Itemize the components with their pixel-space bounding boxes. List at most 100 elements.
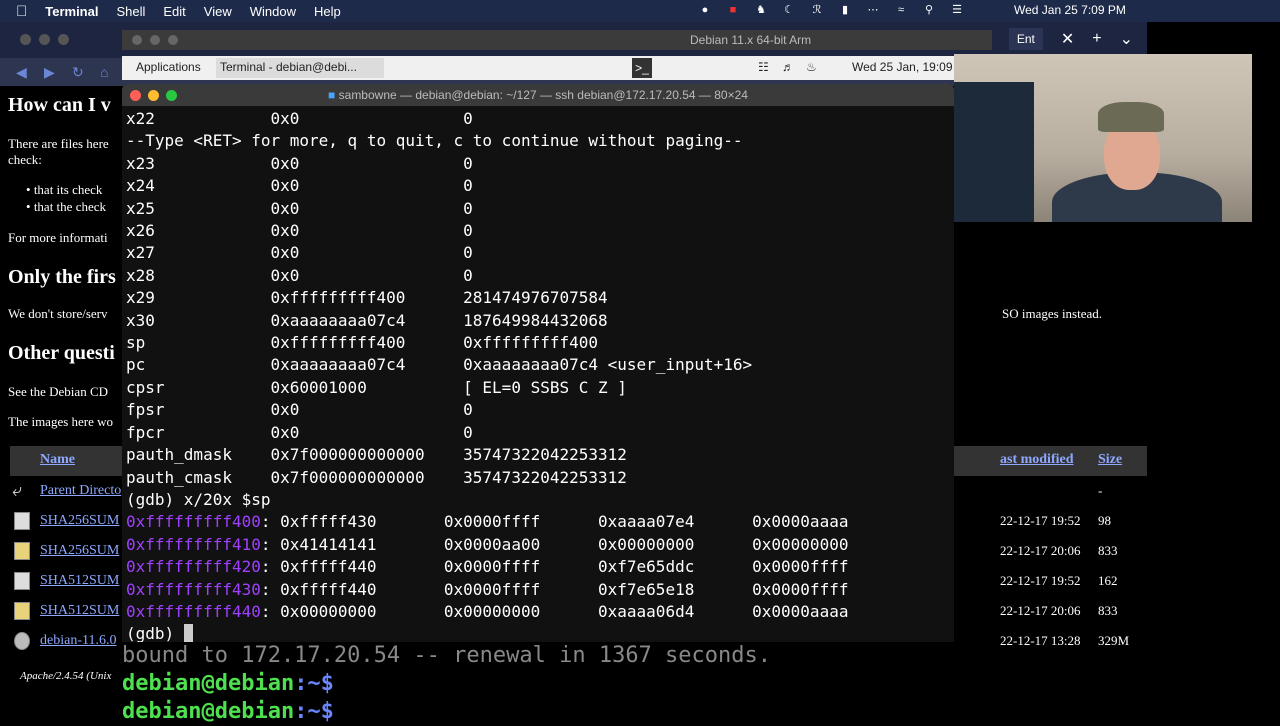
- file-name[interactable]: debian-11.6.0: [40, 633, 116, 649]
- term-line: pc 0xaaaaaaaa07c4 0xaaaaaaaa07c4 <user_i…: [126, 355, 753, 375]
- back-icon[interactable]: ◀: [16, 64, 27, 81]
- term-line: x24 0x0 0: [126, 176, 473, 196]
- para-files: There are files here: [8, 136, 109, 151]
- para-check: check:: [8, 152, 42, 167]
- apple-icon[interactable]: : [16, 3, 27, 20]
- webcam-overlay: [954, 54, 1252, 222]
- file-icon: [14, 512, 30, 530]
- text-cursor: [183, 624, 193, 643]
- file-size: 162: [1098, 573, 1118, 588]
- menu-edit[interactable]: Edit: [163, 4, 185, 19]
- file-date: 22-12-17 19:52: [1000, 573, 1081, 588]
- moon-icon[interactable]: ☾: [782, 4, 796, 16]
- battery-icon[interactable]: ▮: [838, 4, 852, 16]
- file-name[interactable]: SHA256SUM: [40, 543, 119, 559]
- shell-user: debian@debian: [122, 671, 295, 696]
- file-name[interactable]: SHA512SUM: [40, 603, 119, 619]
- para-see: See the Debian CD: [8, 384, 109, 399]
- search-icon[interactable]: ⚲: [922, 4, 936, 16]
- mem-address: 0xfffffffff410: [126, 534, 261, 554]
- file-size: 833: [1098, 543, 1118, 558]
- vm-close-dot[interactable]: [132, 35, 142, 45]
- term-line: x25 0x0 0: [126, 198, 473, 218]
- zoom-button[interactable]: [166, 90, 177, 101]
- close-button[interactable]: [130, 90, 141, 101]
- reload-icon[interactable]: ↻: [72, 64, 84, 81]
- notification-bell-icon[interactable]: ♨: [806, 60, 817, 74]
- mem-address: 0xfffffffff440: [126, 601, 261, 621]
- bluetooth-icon[interactable]: ℛ: [810, 4, 824, 16]
- col-modified[interactable]: ast modified: [1000, 452, 1074, 468]
- minimize-button[interactable]: [148, 90, 159, 101]
- max-dot[interactable]: [58, 34, 69, 45]
- wifi-icon[interactable]: ≈: [894, 4, 908, 16]
- para-iso: SO images instead.: [1002, 306, 1103, 321]
- status-icon-3[interactable]: ♞: [754, 4, 768, 16]
- status-icon-1[interactable]: ●: [698, 4, 712, 16]
- person-cap: [1098, 102, 1164, 132]
- term-line: x28 0x0 0: [126, 265, 473, 285]
- term-line: sp 0xfffffffff400 0xfffffffff400: [126, 333, 599, 353]
- file-name[interactable]: SHA256SUM: [40, 513, 119, 529]
- chevron-down-icon[interactable]: ⌄: [1120, 29, 1133, 49]
- close-tab-icon[interactable]: ✕: [1061, 29, 1074, 49]
- status-icon-2[interactable]: ■: [726, 4, 740, 16]
- background-monitor: [954, 82, 1034, 222]
- mem-address: 0xfffffffff400: [126, 512, 261, 532]
- menu-view[interactable]: View: [204, 4, 232, 19]
- col-size[interactable]: Size: [1098, 452, 1122, 468]
- folder-icon: ■: [328, 88, 336, 102]
- file-name[interactable]: Parent Directo: [40, 483, 121, 499]
- term-line: (gdb) x/20x $sp: [126, 489, 271, 509]
- mem-values: : 0x41414141 0x0000aa00 0x00000000 0x000…: [260, 534, 849, 554]
- term-line: pauth_dmask 0x7f000000000000 35747322042…: [126, 445, 627, 465]
- dhcp-line: bound to 172.17.20.54 -- renewal in 1367…: [122, 643, 772, 668]
- file-icon: [14, 602, 30, 620]
- term-line: x30 0xaaaaaaaa07c4 187649984432068: [126, 310, 608, 330]
- menu-shell[interactable]: Shell: [116, 4, 145, 19]
- disc-icon: [14, 632, 30, 650]
- xfce-panel: Applications Terminal - debian@debi... >…: [122, 56, 954, 80]
- heading-other: Other questi: [8, 342, 115, 364]
- network-icon[interactable]: ☷: [758, 60, 769, 74]
- taskbar-terminal[interactable]: Terminal - debian@debi...: [216, 58, 384, 78]
- dots-icon[interactable]: ⋯: [866, 4, 880, 16]
- term-line: x29 0xfffffffff400 281474976707584: [126, 288, 608, 308]
- menu-app-terminal[interactable]: Terminal: [45, 4, 98, 19]
- term-line: pauth_cmask 0x7f000000000000 35747322042…: [126, 467, 627, 487]
- terminal-output: x22 0x0 0 --Type <RET> for more, q to qu…: [126, 108, 848, 646]
- file-name[interactable]: SHA512SUM: [40, 573, 119, 589]
- control-center-icon[interactable]: ☰: [950, 4, 964, 16]
- vm-max-dot[interactable]: [168, 35, 178, 45]
- vm-min-dot[interactable]: [150, 35, 160, 45]
- new-tab-icon[interactable]: +: [1092, 30, 1101, 48]
- mem-address: 0xfffffffff430: [126, 579, 261, 599]
- close-dot[interactable]: [20, 34, 31, 45]
- file-icon: [14, 542, 30, 560]
- applications-menu[interactable]: Applications: [136, 60, 201, 74]
- file-size: -: [1098, 483, 1103, 498]
- forward-icon[interactable]: ▶: [44, 64, 55, 81]
- home-icon[interactable]: ⌂: [100, 64, 108, 80]
- term-line: x26 0x0 0: [126, 221, 473, 241]
- menu-help[interactable]: Help: [314, 4, 341, 19]
- terminal-window[interactable]: ■ sambowne — debian@debian: ~/127 — ssh …: [122, 84, 954, 649]
- file-date: 22-12-17 13:28: [1000, 633, 1081, 648]
- col-name[interactable]: Name: [40, 452, 75, 468]
- bullet-1: • that its check: [26, 182, 103, 197]
- term-line: --Type <RET> for more, q to quit, c to c…: [126, 131, 743, 151]
- browser-tab[interactable]: Ent: [1008, 28, 1043, 50]
- menubar-clock[interactable]: Wed Jan 25 7:09 PM: [1014, 3, 1126, 17]
- server-signature: Apache/2.4.54 (Unix: [20, 670, 112, 682]
- mem-values: : 0xfffff430 0x0000ffff 0xaaaa07e4 0x000…: [260, 512, 849, 532]
- mem-values: : 0xfffff440 0x0000ffff 0xf7e65e18 0x000…: [260, 579, 849, 599]
- min-dot[interactable]: [39, 34, 50, 45]
- volume-icon[interactable]: ♬: [782, 60, 794, 74]
- terminal-icon[interactable]: >_: [632, 58, 652, 78]
- gdb-prompt[interactable]: (gdb): [126, 624, 184, 643]
- menu-window[interactable]: Window: [250, 4, 296, 19]
- mem-values: : 0x00000000 0x00000000 0xaaaa06d4 0x000…: [260, 601, 849, 621]
- mem-values: : 0xfffff440 0x0000ffff 0xf7e65ddc 0x000…: [260, 557, 849, 577]
- file-size: 329M: [1098, 633, 1130, 648]
- mac-menubar:  Terminal Shell Edit View Window Help ●…: [0, 0, 1280, 22]
